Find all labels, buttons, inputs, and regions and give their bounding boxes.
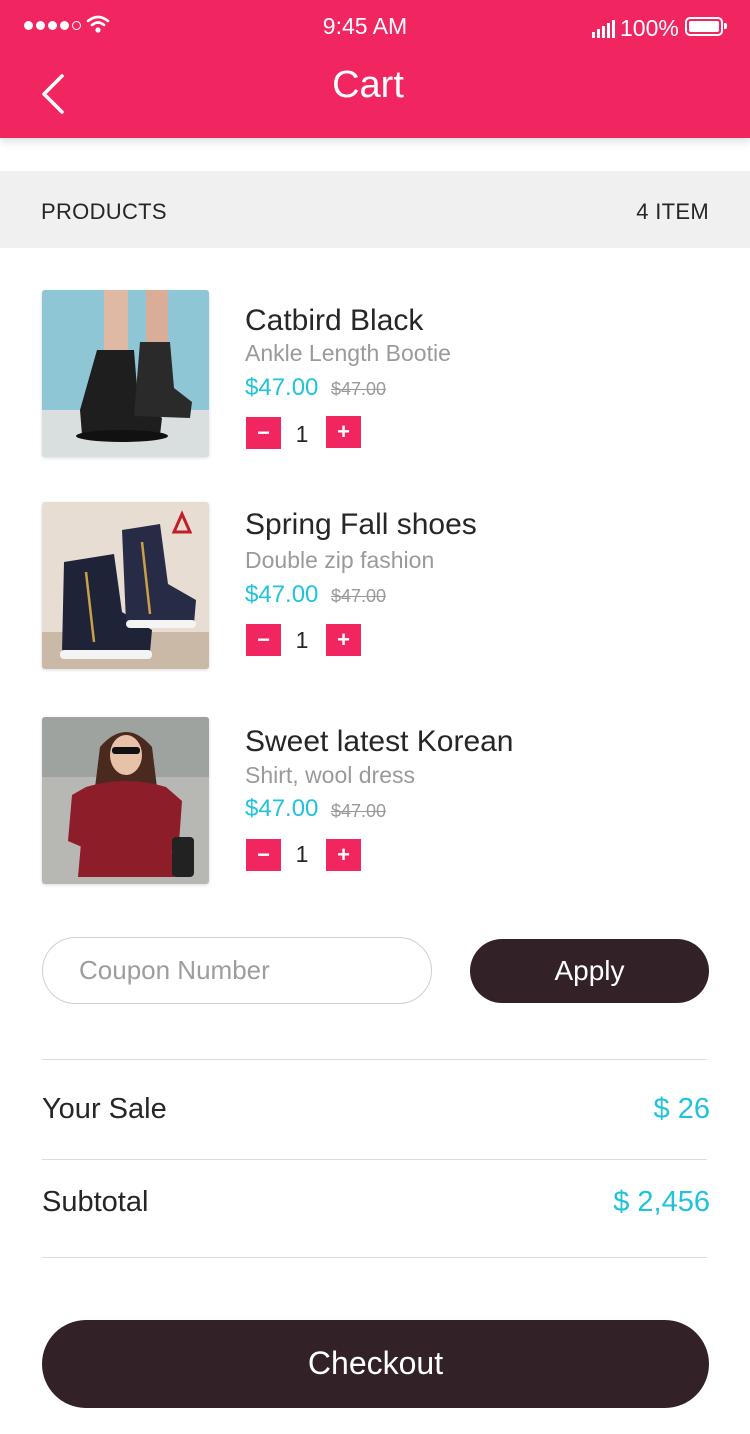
product-old-price: $47.00 (331, 801, 387, 821)
cellular-signal-icon (592, 18, 615, 38)
product-name: Catbird Black (245, 304, 424, 337)
decrease-quantity-button[interactable]: − (246, 839, 281, 871)
divider (42, 1257, 707, 1258)
app-header: 9:45 AM 100% Cart (0, 0, 750, 138)
increase-quantity-button[interactable]: + (326, 416, 361, 448)
your-sale-label: Your Sale (42, 1093, 167, 1125)
product-name: Spring Fall shoes (245, 508, 477, 541)
cart-item: Sweet latest Korean Shirt, wool dress $4… (0, 717, 750, 887)
checkout-button[interactable]: Checkout (42, 1320, 709, 1408)
product-old-price: $47.00 (331, 586, 387, 606)
black-ankle-bootie-icon (42, 290, 209, 457)
coupon-input[interactable] (42, 937, 432, 1004)
product-old-price: $47.00 (331, 379, 387, 399)
increase-quantity-button[interactable]: + (326, 839, 361, 871)
subtotal-label: Subtotal (42, 1186, 149, 1218)
apply-coupon-button[interactable]: Apply (470, 939, 709, 1003)
decrease-quantity-button[interactable]: − (246, 624, 281, 656)
product-subtitle: Shirt, wool dress (245, 762, 416, 788)
products-header-bar: PRODUCTS 4 ITEM (0, 171, 750, 248)
products-label: PRODUCTS (41, 199, 167, 224)
product-image[interactable] (42, 502, 209, 669)
quantity-value: 1 (295, 841, 309, 867)
status-bar: 9:45 AM 100% (0, 0, 750, 54)
product-image[interactable] (42, 717, 209, 884)
zip-sneaker-icon (42, 502, 209, 669)
divider (42, 1059, 707, 1060)
quantity-value: 1 (295, 627, 309, 653)
your-sale-value: $ 26 (653, 1093, 710, 1125)
page-title: Cart (332, 64, 404, 106)
battery-percentage: 100% (620, 15, 679, 41)
quantity-value: 1 (295, 421, 309, 447)
product-image[interactable] (42, 290, 209, 457)
battery-icon (685, 17, 727, 36)
product-price: $47.00 (245, 795, 319, 822)
decrease-quantity-button[interactable]: − (246, 417, 281, 449)
product-price: $47.00 (245, 374, 319, 401)
product-subtitle: Ankle Length Bootie (245, 340, 451, 366)
product-name: Sweet latest Korean (245, 725, 514, 758)
cart-item: Spring Fall shoes Double zip fashion $47… (0, 502, 750, 672)
product-price: $47.00 (245, 581, 319, 608)
woman-red-dress-icon (42, 717, 209, 884)
cart-item: Catbird Black Ankle Length Bootie $47.00… (0, 290, 750, 460)
increase-quantity-button[interactable]: + (326, 624, 361, 656)
product-subtitle: Double zip fashion (245, 547, 435, 573)
divider (42, 1159, 707, 1160)
subtotal-value: $ 2,456 (613, 1186, 710, 1218)
items-count: 4 ITEM (636, 199, 709, 224)
